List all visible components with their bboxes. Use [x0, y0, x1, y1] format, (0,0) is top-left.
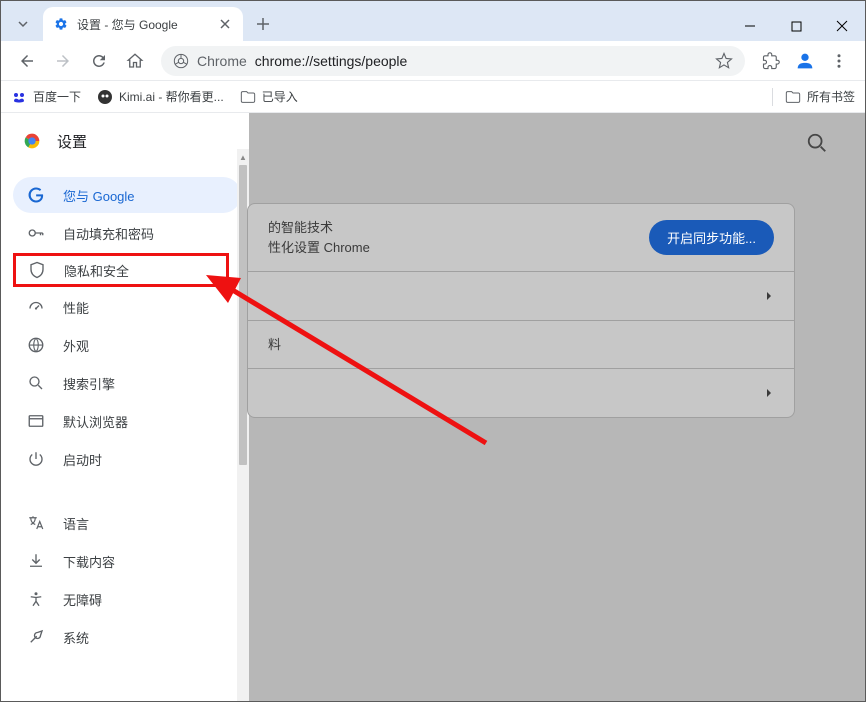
card-row-1[interactable]: [248, 272, 794, 321]
card-row-3[interactable]: [248, 369, 794, 417]
sidebar-item-appearance[interactable]: 外观: [13, 327, 241, 363]
sidebar-item-autofill[interactable]: 自动填充和密码: [13, 215, 241, 251]
titlebar: 设置 - 您与 Google: [1, 1, 865, 41]
star-icon[interactable]: [715, 52, 733, 70]
home-button[interactable]: [119, 45, 151, 77]
globe-icon: [27, 336, 45, 354]
chrome-icon: [173, 53, 189, 69]
chevron-right-icon: [764, 388, 774, 398]
main-header: [249, 113, 865, 173]
browser-tab[interactable]: 设置 - 您与 Google: [43, 7, 243, 41]
omnibox[interactable]: Chrome chrome://settings/people: [161, 46, 745, 76]
browser-icon: [27, 412, 45, 430]
sidebar-item-label: 默认浏览器: [63, 412, 128, 431]
bookmark-label: 百度一下: [33, 88, 81, 105]
sidebar-item-label: 无障碍: [63, 590, 102, 609]
baidu-icon: [11, 89, 27, 105]
sidebar-item-label: 性能: [63, 298, 89, 317]
sidebar-item-label: 系统: [63, 628, 89, 647]
search-icon: [27, 374, 45, 392]
turn-on-sync-button[interactable]: 开启同步功能...: [649, 220, 774, 255]
bookmark-label: Kimi.ai - 帮你看更...: [119, 88, 224, 105]
sidebar-items: 您与 Google 自动填充和密码 隐私和安全: [1, 169, 249, 663]
sidebar-item-performance[interactable]: 性能: [13, 289, 241, 325]
close-icon[interactable]: [217, 16, 233, 32]
sidebar-header: 设置: [1, 113, 249, 169]
content-area: 设置 您与 Google 自动填充和密码: [1, 113, 865, 701]
shield-icon: [28, 261, 46, 279]
card-row-2[interactable]: 料: [248, 321, 794, 370]
sidebar-item-label: 您与 Google: [63, 186, 135, 205]
bookmark-label: 已导入: [262, 88, 298, 105]
sidebar-title: 设置: [57, 131, 87, 152]
settings-sidebar: 设置 您与 Google 自动填充和密码: [1, 113, 249, 701]
speedometer-icon: [27, 298, 45, 316]
sidebar-item-search-engine[interactable]: 搜索引擎: [13, 365, 241, 401]
sidebar-item-accessibility[interactable]: 无障碍: [13, 581, 241, 617]
sidebar-item-on-startup[interactable]: 启动时: [13, 441, 241, 477]
sidebar-item-system[interactable]: 系统: [13, 619, 241, 655]
all-bookmarks-label: 所有书签: [807, 88, 855, 105]
sidebar-item-label: 搜索引擎: [63, 374, 115, 393]
sidebar-item-label: 下载内容: [63, 552, 115, 571]
sidebar-item-label: 自动填充和密码: [63, 224, 154, 243]
tab-title: 设置 - 您与 Google: [77, 16, 209, 33]
gear-icon: [53, 16, 69, 32]
scroll-up-arrow[interactable]: ▲: [237, 151, 249, 163]
close-window-button[interactable]: [819, 11, 865, 41]
sidebar-item-languages[interactable]: 语言: [13, 505, 241, 541]
browser-window: 设置 - 您与 Google: [0, 0, 866, 702]
sidebar-item-downloads[interactable]: 下载内容: [13, 543, 241, 579]
google-g-icon: [27, 186, 45, 204]
sidebar-item-privacy-security[interactable]: 隐私和安全: [13, 253, 229, 287]
kimi-icon: [97, 89, 113, 105]
new-tab-button[interactable]: [249, 10, 277, 38]
search-settings-button[interactable]: [799, 125, 835, 161]
folder-icon: [240, 89, 256, 105]
omnibox-url: chrome://settings/people: [255, 53, 408, 69]
bookmark-imported[interactable]: 已导入: [240, 88, 298, 105]
extensions-button[interactable]: [755, 45, 787, 77]
chevron-right-icon: [764, 291, 774, 301]
scroll-thumb[interactable]: [239, 165, 247, 465]
toolbar: Chrome chrome://settings/people: [1, 41, 865, 81]
profile-button[interactable]: [791, 47, 819, 75]
omnibox-prefix: Chrome: [197, 53, 247, 69]
sidebar-item-label: 语言: [63, 514, 89, 533]
all-bookmarks-button[interactable]: 所有书签: [785, 88, 855, 105]
chrome-logo-icon: [21, 130, 43, 152]
back-button[interactable]: [11, 45, 43, 77]
bookmark-baidu[interactable]: 百度一下: [11, 88, 81, 105]
sync-text: 的智能技术 性化设置 Chrome: [268, 218, 649, 257]
translate-icon: [27, 514, 45, 532]
sidebar-item-default-browser[interactable]: 默认浏览器: [13, 403, 241, 439]
divider: [772, 88, 773, 106]
key-icon: [27, 224, 45, 242]
bookmark-kimi[interactable]: Kimi.ai - 帮你看更...: [97, 88, 224, 105]
accessibility-icon: [27, 590, 45, 608]
sidebar-item-label: 外观: [63, 336, 89, 355]
reload-button[interactable]: [83, 45, 115, 77]
sync-section: 的智能技术 性化设置 Chrome 开启同步功能...: [248, 204, 794, 272]
download-icon: [27, 552, 45, 570]
maximize-button[interactable]: [773, 11, 819, 41]
bookmarks-bar: 百度一下 Kimi.ai - 帮你看更... 已导入 所有书签: [1, 81, 865, 113]
wrench-icon: [27, 628, 45, 646]
settings-card: 的智能技术 性化设置 Chrome 开启同步功能... 料: [247, 203, 795, 418]
power-icon: [27, 450, 45, 468]
window-controls: [727, 7, 865, 41]
tab-search-button[interactable]: [9, 10, 37, 38]
folder-icon: [785, 89, 801, 105]
sidebar-item-label: 隐私和安全: [64, 261, 129, 280]
sidebar-item-you-and-google[interactable]: 您与 Google: [13, 177, 241, 213]
forward-button[interactable]: [47, 45, 79, 77]
sidebar-item-label: 启动时: [63, 450, 102, 469]
main-panel: 的智能技术 性化设置 Chrome 开启同步功能... 料: [249, 113, 865, 701]
menu-button[interactable]: [823, 45, 855, 77]
minimize-button[interactable]: [727, 11, 773, 41]
